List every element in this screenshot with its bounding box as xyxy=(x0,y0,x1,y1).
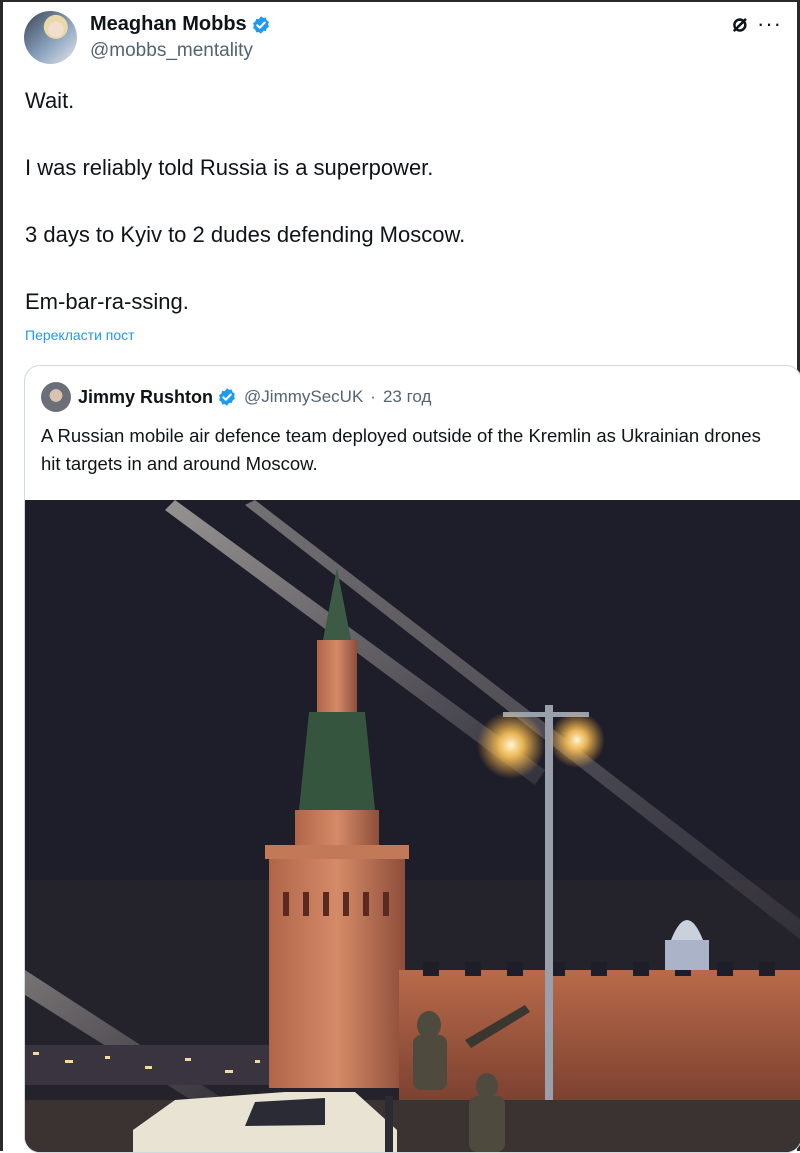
verified-badge-icon xyxy=(252,15,269,34)
translate-post-link[interactable]: Перекласти пост xyxy=(25,327,135,343)
tweet-text-line: 3 days to Kyiv to 2 dudes defending Mosc… xyxy=(25,222,466,247)
quoted-author-handle[interactable]: @JimmySecUK xyxy=(244,387,363,407)
quoted-author-display-name[interactable]: Jimmy Rushton xyxy=(78,387,213,408)
tweet-text-line: Em-bar-ra-ssing. xyxy=(25,289,189,314)
grok-icon[interactable]: ⌀ xyxy=(733,12,747,36)
author-avatar[interactable] xyxy=(24,11,77,64)
quoted-tweet-header: Jimmy Rushton @JimmySecUK · 23 год xyxy=(41,382,431,412)
author-names: Meaghan Mobbs @mobbs_mentality xyxy=(90,13,271,62)
meta-separator: · xyxy=(370,387,376,406)
photo-scene xyxy=(25,500,800,1152)
quoted-tweet-photo[interactable] xyxy=(25,500,800,1152)
quoted-timestamp[interactable]: 23 год xyxy=(383,387,431,407)
quoted-author-name-row: Jimmy Rushton xyxy=(78,387,237,408)
tweet-text: Wait. I was reliably told Russia is a su… xyxy=(25,86,465,354)
verified-badge-icon xyxy=(219,388,235,406)
more-icon[interactable]: ··· xyxy=(757,13,782,35)
tweet-author: Meaghan Mobbs @mobbs_mentality xyxy=(24,11,271,64)
tweet-actions-top: ⌀ ··· xyxy=(733,12,782,36)
author-handle[interactable]: @mobbs_mentality xyxy=(90,40,271,62)
quoted-tweet-text: A Russian mobile air defence team deploy… xyxy=(41,425,761,474)
tweet-text-line: Wait. xyxy=(25,88,75,113)
author-display-name[interactable]: Meaghan Mobbs xyxy=(90,13,247,36)
tweet-text-line: I was reliably told Russia is a superpow… xyxy=(25,155,434,180)
quoted-tweet-card[interactable]: Jimmy Rushton @JimmySecUK · 23 год A Rus… xyxy=(24,365,800,1153)
author-display-name-row[interactable]: Meaghan Mobbs xyxy=(90,13,271,36)
quoted-author-avatar[interactable] xyxy=(41,382,71,412)
